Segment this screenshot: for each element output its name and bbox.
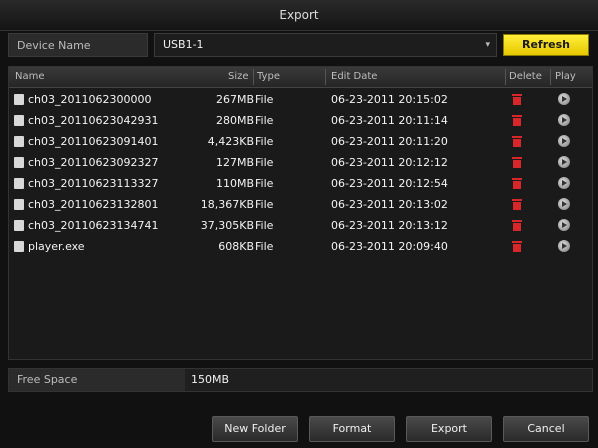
file-type: File [255,198,274,211]
file-name: ch03_2011062300000 [28,93,152,106]
file-edit-date: 06-23-2011 20:13:12 [331,219,448,232]
column-play: Play [555,71,576,82]
file-type: File [255,114,274,127]
file-size: 110MB [215,177,254,190]
column-type[interactable]: Type [257,67,280,87]
format-button[interactable]: Format [309,416,395,442]
play-icon[interactable] [558,135,570,147]
trash-icon[interactable] [512,220,522,231]
file-size: 280MB [215,114,254,127]
trash-icon[interactable] [512,94,522,105]
file-edit-date: 06-23-2011 20:11:20 [331,135,448,148]
file-size: 608KB [218,240,254,253]
play-icon[interactable] [558,240,570,252]
refresh-button[interactable]: Refresh [503,34,589,56]
trash-icon[interactable] [512,199,522,210]
file-type: File [255,156,274,169]
file-icon [14,136,24,147]
file-size: 127MB [215,156,254,169]
table-row[interactable]: ch03_20110623091401 4,423KB File 06-23-2… [9,131,592,152]
file-name: ch03_20110623132801 [28,198,159,211]
free-space-value: 150MB [191,373,230,386]
file-name: ch03_20110623134741 [28,219,159,232]
file-icon [14,220,24,231]
column-separator [505,69,506,85]
file-size: 18,367KB [200,198,254,211]
file-type: File [255,135,274,148]
play-icon[interactable] [558,198,570,210]
column-separator [325,69,326,85]
file-name: ch03_20110623113327 [28,177,159,190]
file-edit-date: 06-23-2011 20:15:02 [331,93,448,106]
file-icon [14,115,24,126]
new-folder-button[interactable]: New Folder [212,416,298,442]
play-icon[interactable] [558,219,570,231]
play-icon[interactable] [558,93,570,105]
free-space-label: Free Space [9,369,185,391]
cancel-button[interactable]: Cancel [503,416,589,442]
file-edit-date: 06-23-2011 20:12:12 [331,156,448,169]
table-row[interactable]: ch03_20110623092327 127MB File 06-23-201… [9,152,592,173]
file-name: player.exe [28,240,85,253]
column-name[interactable]: Name [15,67,45,87]
file-icon [14,199,24,210]
export-dialog: Export Device Name USB1-1 ▾ Refresh Name… [0,0,598,448]
file-type: File [255,219,274,232]
column-separator [550,69,551,85]
file-type: File [255,240,274,253]
trash-icon[interactable] [512,136,522,147]
file-name: ch03_20110623091401 [28,135,159,148]
file-icon [14,178,24,189]
column-size[interactable]: Size [228,67,249,87]
table-row[interactable]: ch03_20110623113327 110MB File 06-23-201… [9,173,592,194]
file-size: 267MB [215,93,254,106]
chevron-down-icon: ▾ [485,40,490,50]
file-icon [14,94,24,105]
table-header: Name Size Type Edit Date Delete Play [9,67,592,88]
play-icon[interactable] [558,156,570,168]
play-icon[interactable] [558,177,570,189]
export-button[interactable]: Export [406,416,492,442]
free-space-row: Free Space 150MB [8,368,593,392]
file-size: 37,305KB [200,219,254,232]
trash-icon[interactable] [512,157,522,168]
table-row[interactable]: ch03_20110623042931 280MB File 06-23-201… [9,110,592,131]
device-select-value: USB1-1 [163,38,204,51]
file-edit-date: 06-23-2011 20:09:40 [331,240,448,253]
table-row[interactable]: player.exe 608KB File 06-23-2011 20:09:4… [9,236,592,257]
file-size: 4,423KB [207,135,254,148]
trash-icon[interactable] [512,115,522,126]
file-edit-date: 06-23-2011 20:12:54 [331,177,448,190]
table-row[interactable]: ch03_20110623134741 37,305KB File 06-23-… [9,215,592,236]
column-edit-date[interactable]: Edit Date [331,67,377,87]
file-edit-date: 06-23-2011 20:11:14 [331,114,448,127]
dialog-footer: New Folder Format Export Cancel [0,408,598,448]
device-row: Device Name USB1-1 ▾ Refresh [8,33,593,59]
file-type: File [255,93,274,106]
file-name: ch03_20110623042931 [28,114,159,127]
file-icon [14,157,24,168]
column-separator [253,69,254,85]
file-edit-date: 06-23-2011 20:13:02 [331,198,448,211]
file-name: ch03_20110623092327 [28,156,159,169]
device-name-label: Device Name [8,33,148,57]
dialog-title: Export [0,0,598,31]
trash-icon[interactable] [512,178,522,189]
column-delete: Delete [509,71,542,82]
table-row[interactable]: ch03_2011062300000 267MB File 06-23-2011… [9,89,592,110]
file-table: Name Size Type Edit Date Delete Play ch0… [8,66,593,360]
file-icon [14,241,24,252]
table-row[interactable]: ch03_20110623132801 18,367KB File 06-23-… [9,194,592,215]
device-select[interactable]: USB1-1 ▾ [154,33,497,57]
file-type: File [255,177,274,190]
play-icon[interactable] [558,114,570,126]
trash-icon[interactable] [512,241,522,252]
